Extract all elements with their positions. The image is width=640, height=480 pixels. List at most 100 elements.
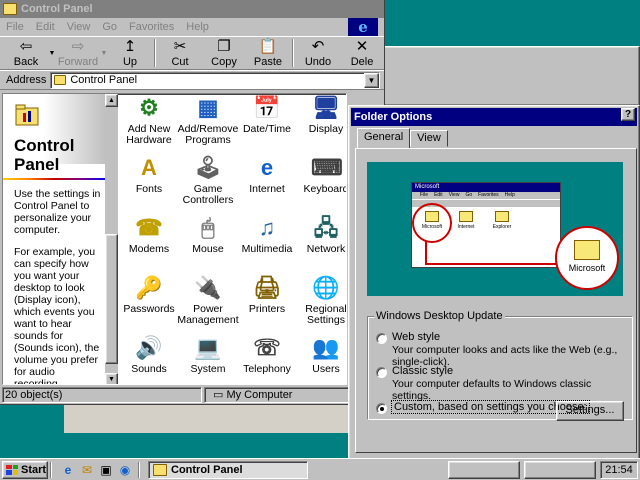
control-panel-item[interactable]: 🖨 Printers [236,274,298,315]
preview-folder: Explorer [484,211,520,230]
folder-options-dialog: Folder Options ? General View Microsoft … [348,105,640,462]
control-panel-items: ⚙ Add New Hardware ▦ Add/Remove Programs 📅 Da… [118,94,346,384]
settings-button[interactable]: Settings... [556,401,624,421]
start-label: Start [21,463,47,476]
paste-button[interactable]: 📋 Paste [246,37,290,69]
start-button[interactable]: Start [2,460,48,479]
internet-explorer-icon[interactable]: e [60,462,76,478]
tab-view[interactable]: View [410,130,448,147]
control-panel-item-label: Add New Hardware [126,123,172,146]
preview-folder: Internet [448,211,484,230]
control-panel-item[interactable]: 🔑 Passwords [118,274,180,315]
preview-folder-label: Internet [457,224,475,230]
outlook-express-icon[interactable]: ✉ [79,462,95,478]
menu-edit[interactable]: Edit [36,21,55,33]
scrollbar-thumb[interactable] [105,234,118,364]
toolbar-separator [292,39,294,67]
menu-view[interactable]: View [67,21,91,33]
address-dropdown-arrow-icon[interactable]: ▼ [364,72,379,88]
web-style-radio[interactable] [376,333,387,344]
add-hardware-icon: ⚙ [139,95,159,120]
channels-icon[interactable]: ◉ [117,462,133,478]
control-panel-item-label: Passwords [123,303,175,315]
control-panel-item[interactable]: 🖧 Network [295,214,346,255]
scroll-down-arrow-icon[interactable]: ▼ [105,373,118,384]
control-panel-item[interactable]: 📅 Date/Time [236,94,298,135]
taskbar-button-control-panel[interactable]: Control Panel [148,460,308,479]
show-desktop-icon[interactable]: ▣ [98,462,114,478]
control-panel-item[interactable]: 🌐 Regional Settings [295,274,346,326]
classic-style-radio[interactable] [376,367,387,378]
undo-button[interactable]: ↶ Undo [296,37,340,69]
control-panel-item[interactable]: ⌨ Keyboard [295,154,346,195]
menu-help[interactable]: Help [186,21,209,33]
dropdown-arrow-icon[interactable]: ▼ [48,37,56,69]
control-panel-item[interactable]: 🕹 Game Controllers [177,154,239,206]
control-panel-item[interactable]: ☎ Modems [118,214,180,255]
forward-button[interactable]: ⇨ Forward [56,37,100,69]
control-panel-item[interactable]: ☏ Telephony [236,334,298,375]
info-pane-title: Control Panel [14,136,75,174]
control-panel-item[interactable]: 🖥 Display [295,94,346,135]
control-panel-item[interactable]: e Internet [236,154,298,195]
taskbar-button[interactable] [448,461,520,479]
internet-globe-icon: e [260,155,274,180]
up-button[interactable]: ↥ Up [108,37,152,69]
dele-button[interactable]: ✕ Dele [340,37,384,69]
computer-icon: 💻 [194,335,222,360]
control-panel-item[interactable]: ⚙ Add New Hardware [118,94,180,146]
control-panel-titlebar[interactable]: Control Panel [0,0,384,18]
copy-button[interactable]: ❐ Copy [202,37,246,69]
address-input[interactable]: Control Panel ▼ [50,71,380,89]
help-question-icon[interactable]: ? [621,108,635,121]
group-label: Windows Desktop Update [374,310,505,322]
control-panel-item[interactable]: 🖱 Mouse [177,214,239,255]
control-panel-item[interactable]: ♫ Multimedia [236,214,298,255]
network-icon: 🖧 [313,215,339,240]
control-panel-large-icon [15,104,39,126]
dropdown-arrow-icon[interactable]: ▼ [100,37,108,69]
menu-file[interactable]: File [6,21,24,33]
control-panel-item[interactable]: 🔌 Power Management [177,274,239,326]
vertical-scrollbar[interactable]: ▲ ▼ [105,94,118,384]
cut-button[interactable]: ✂ Cut [158,37,202,69]
control-panel-item[interactable]: 💻 System [177,334,239,375]
users-icon: 👥 [312,335,340,360]
taskbar-button-label: Control Panel [171,463,243,476]
preview-menu-item: Help [504,192,515,198]
control-panel-item[interactable]: 👥 Users [295,334,346,375]
joystick-icon: 🕹 [194,155,222,180]
control-panel-item[interactable]: A Fonts [118,154,180,195]
taskbar-button[interactable] [524,461,596,479]
quick-launch: e ✉ ▣ ◉ [60,462,136,478]
preview-connector [425,263,557,265]
tab-general[interactable]: General [357,128,411,148]
taskbar-separator [138,461,140,478]
classic-style-label[interactable]: Classic style [392,365,453,377]
control-panel-folder-icon [153,463,167,476]
control-panel-item[interactable]: ▦ Add/Remove Programs [177,94,239,146]
keys-icon: 🔑 [135,275,163,300]
control-panel-item-label: Power Management [177,303,239,326]
background-window [365,46,640,106]
delete-x-icon: ✕ [355,38,369,55]
menu-favorites[interactable]: Favorites [129,21,174,33]
calendar-clock-icon: 📅 [253,95,281,120]
control-panel-item[interactable]: 🔊 Sounds [118,334,180,375]
up-folder-icon: ↥ [123,38,137,55]
computer-icon: ▭ [213,389,227,401]
taskbar-separator [50,461,52,478]
folder-icon [574,240,600,260]
custom-style-radio[interactable] [376,403,387,414]
back-button[interactable]: ⇦ Back [4,37,48,69]
preview-mini-window: Microsoft File Edit View Go Favorites Help Mi… [411,182,561,268]
fonts-folder-icon: A [141,155,157,180]
address-bar: Address Control Panel ▼ [0,70,384,90]
window-title: Control Panel [21,3,93,15]
web-style-label[interactable]: Web style [392,331,440,343]
scroll-up-arrow-icon[interactable]: ▲ [105,94,118,107]
menu-go[interactable]: Go [102,21,117,33]
system-tray-clock: 21:54 [600,461,638,479]
dialog-titlebar[interactable]: Folder Options ? [351,108,637,126]
power-icon: 🔌 [194,275,222,300]
